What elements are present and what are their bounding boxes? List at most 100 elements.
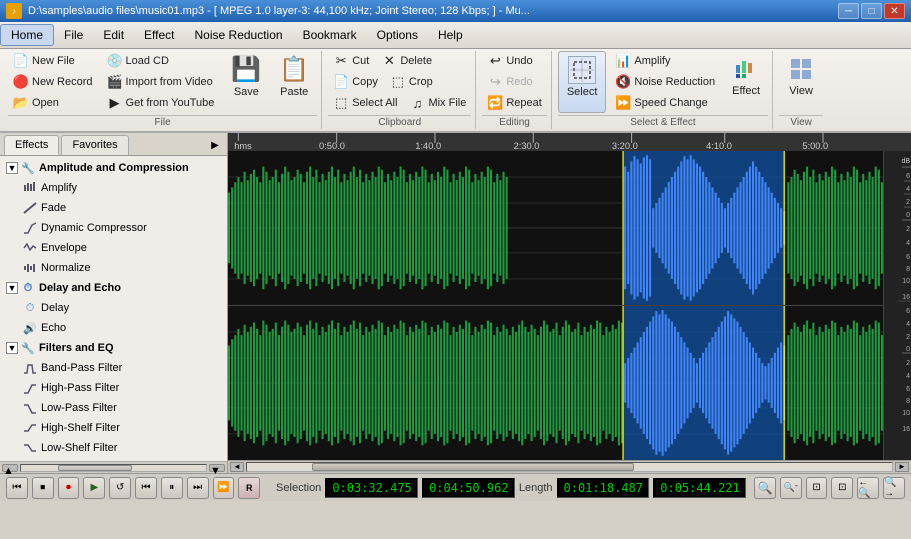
svg-text:4: 4 — [906, 186, 910, 193]
menu-noise-reduction[interactable]: Noise Reduction — [185, 25, 293, 45]
view-large-button[interactable]: View — [779, 51, 823, 113]
redo-button[interactable]: ↪ Redo — [482, 72, 546, 92]
zoom-in-button[interactable]: 🔍 — [754, 477, 776, 499]
tree-item-highshelf[interactable]: High-Shelf Filter — [2, 418, 225, 438]
selection-end: 0:04:50.962 — [422, 478, 515, 498]
new-file-button[interactable]: 📄 New File — [8, 51, 98, 71]
channel-bottom[interactable] — [228, 306, 883, 460]
close-button[interactable]: ✕ — [884, 3, 905, 19]
h-scrollbar-thumb[interactable] — [312, 463, 635, 471]
menu-help[interactable]: Help — [428, 25, 473, 45]
waveform-display[interactable]: dB 6 4 2 0 2 4 6 8 10 16 — [228, 151, 911, 460]
new-record-button[interactable]: 🔴 New Record — [8, 72, 98, 92]
tree-scroll-down[interactable]: ▼ — [209, 464, 225, 472]
load-cd-button[interactable]: 💿 Load CD — [102, 51, 220, 71]
save-button[interactable]: 💾 Save — [223, 51, 269, 113]
tree-item-envelope[interactable]: Envelope — [2, 238, 225, 258]
delete-button[interactable]: ✕ Delete — [376, 51, 437, 71]
scroll-right-button[interactable]: ► — [895, 462, 909, 472]
tree-item-bandpass[interactable]: Band-Pass Filter — [2, 358, 225, 378]
waveform-area[interactable]: hms 0:50.0 1:40.0 2:30.0 3:20.0 4:10.0 5… — [228, 133, 911, 473]
repeat-button[interactable]: 🔁 Repeat — [482, 93, 546, 113]
transport-stop[interactable]: ⏹ — [32, 477, 54, 499]
undo-button[interactable]: ↩ Undo — [482, 51, 546, 71]
zoom-prev-button[interactable]: ←🔍 — [857, 477, 879, 499]
zoom-next-button[interactable]: 🔍→ — [883, 477, 905, 499]
svg-text:6: 6 — [906, 173, 910, 180]
expand-amplitude[interactable]: ▼ — [6, 162, 18, 174]
transport-loop[interactable]: ↺ — [109, 477, 131, 499]
transport-play[interactable]: ▶ — [83, 477, 105, 499]
h-scrollbar-track[interactable] — [246, 462, 893, 472]
effect-large-button[interactable]: Effect — [724, 51, 768, 113]
zoom-fit-button[interactable]: ⊡ — [806, 477, 828, 499]
amplify-button[interactable]: 📊 Amplify — [610, 51, 720, 71]
menu-bookmark[interactable]: Bookmark — [293, 25, 367, 45]
maximize-button[interactable]: □ — [861, 3, 882, 19]
youtube-icon: ▶ — [107, 95, 123, 111]
tree-item-fade[interactable]: Fade — [2, 198, 225, 218]
menu-effect[interactable]: Effect — [134, 25, 184, 45]
channel-top[interactable] — [228, 151, 883, 306]
tree-item-echo[interactable]: 🔊 Echo — [2, 318, 225, 338]
menu-home[interactable]: Home — [0, 24, 54, 46]
tree-item-normalize[interactable]: Normalize — [2, 258, 225, 278]
tab-effects[interactable]: Effects — [4, 135, 59, 155]
delay-echo-group-icon: ⏱ — [20, 280, 36, 296]
paste-button[interactable]: 📋 Paste — [271, 51, 317, 113]
length-label: Length — [519, 482, 553, 494]
minimize-button[interactable]: ─ — [838, 3, 859, 19]
menu-options[interactable]: Options — [367, 25, 428, 45]
tree-scroll-up[interactable]: ▲ — [2, 464, 18, 472]
transport-pause[interactable]: ⏸ — [161, 477, 183, 499]
tree-item-highpass[interactable]: High-Pass Filter — [2, 378, 225, 398]
tree-item-amplitude-group[interactable]: ▼ 🔧 Amplitude and Compression — [2, 158, 225, 178]
tree-item-dynamic-compressor[interactable]: Dynamic Compressor — [2, 218, 225, 238]
transport-fast-forward[interactable]: ⏩ — [213, 477, 235, 499]
cut-button[interactable]: ✂ Cut — [328, 51, 374, 71]
echo-icon: 🔊 — [22, 320, 38, 336]
tab-favorites[interactable]: Favorites — [61, 135, 128, 155]
main-area: Effects Favorites ▶ ▼ 🔧 Amplitude and Co… — [0, 133, 911, 473]
expand-filters[interactable]: ▼ — [6, 342, 18, 354]
transport-record[interactable]: ⏺ — [58, 477, 80, 499]
import-video-icon: 🎬 — [107, 74, 123, 90]
svg-text:3:20.0: 3:20.0 — [612, 141, 638, 151]
select-icon — [568, 56, 596, 84]
noise-reduction-button[interactable]: 🔇 Noise Reduction — [610, 72, 720, 92]
zoom-out-button[interactable]: 🔍- — [780, 477, 802, 499]
scroll-left-button[interactable]: ◄ — [230, 462, 244, 472]
transport-next[interactable]: ⏭ — [187, 477, 209, 499]
tree-item-amplify[interactable]: Amplify — [2, 178, 225, 198]
tree-scrollbar[interactable] — [20, 464, 207, 472]
menu-bar: Home File Edit Effect Noise Reduction Bo… — [0, 22, 911, 49]
transport-prev[interactable]: ⏮ — [135, 477, 157, 499]
tree-item-lowpass[interactable]: Low-Pass Filter — [2, 398, 225, 418]
menu-edit[interactable]: Edit — [93, 25, 134, 45]
youtube-button[interactable]: ▶ Get from YouTube — [102, 93, 220, 113]
svg-text:6: 6 — [906, 308, 910, 315]
tree-item-delay-echo-group[interactable]: ▼ ⏱ Delay and Echo — [2, 278, 225, 298]
waveform-scrollbar[interactable]: ◄ ► — [228, 460, 911, 473]
menu-file[interactable]: File — [54, 25, 93, 45]
window-controls: ─ □ ✕ — [838, 3, 905, 19]
tree-item-delay[interactable]: ⏱ Delay — [2, 298, 225, 318]
crop-icon: ⬚ — [390, 74, 406, 90]
zoom-sel-button[interactable]: ⊡ — [831, 477, 853, 499]
expand-delay-echo[interactable]: ▼ — [6, 282, 18, 294]
transport-rewind[interactable]: ⏮ — [6, 477, 28, 499]
select-large-button[interactable]: Select — [558, 51, 607, 113]
mix-file-button[interactable]: ♫ Mix File — [404, 93, 471, 113]
tree-item-lowshelf[interactable]: Low-Shelf Filter — [2, 438, 225, 458]
speed-change-button[interactable]: ⏩ Speed Change — [610, 93, 720, 113]
crop-button[interactable]: ⬚ Crop — [385, 72, 438, 92]
import-video-button[interactable]: 🎬 Import from Video — [102, 72, 220, 92]
transport-r[interactable]: R — [238, 477, 260, 499]
open-button[interactable]: 📂 Open — [8, 93, 98, 113]
svg-text:16: 16 — [902, 294, 910, 301]
svg-text:dB: dB — [901, 158, 910, 165]
select-all-button[interactable]: ⬚ Select All — [328, 93, 402, 113]
panel-nav-button[interactable]: ▶ — [207, 137, 223, 153]
tree-item-filters-group[interactable]: ▼ 🔧 Filters and EQ — [2, 338, 225, 358]
copy-button[interactable]: 📄 Copy — [328, 72, 383, 92]
